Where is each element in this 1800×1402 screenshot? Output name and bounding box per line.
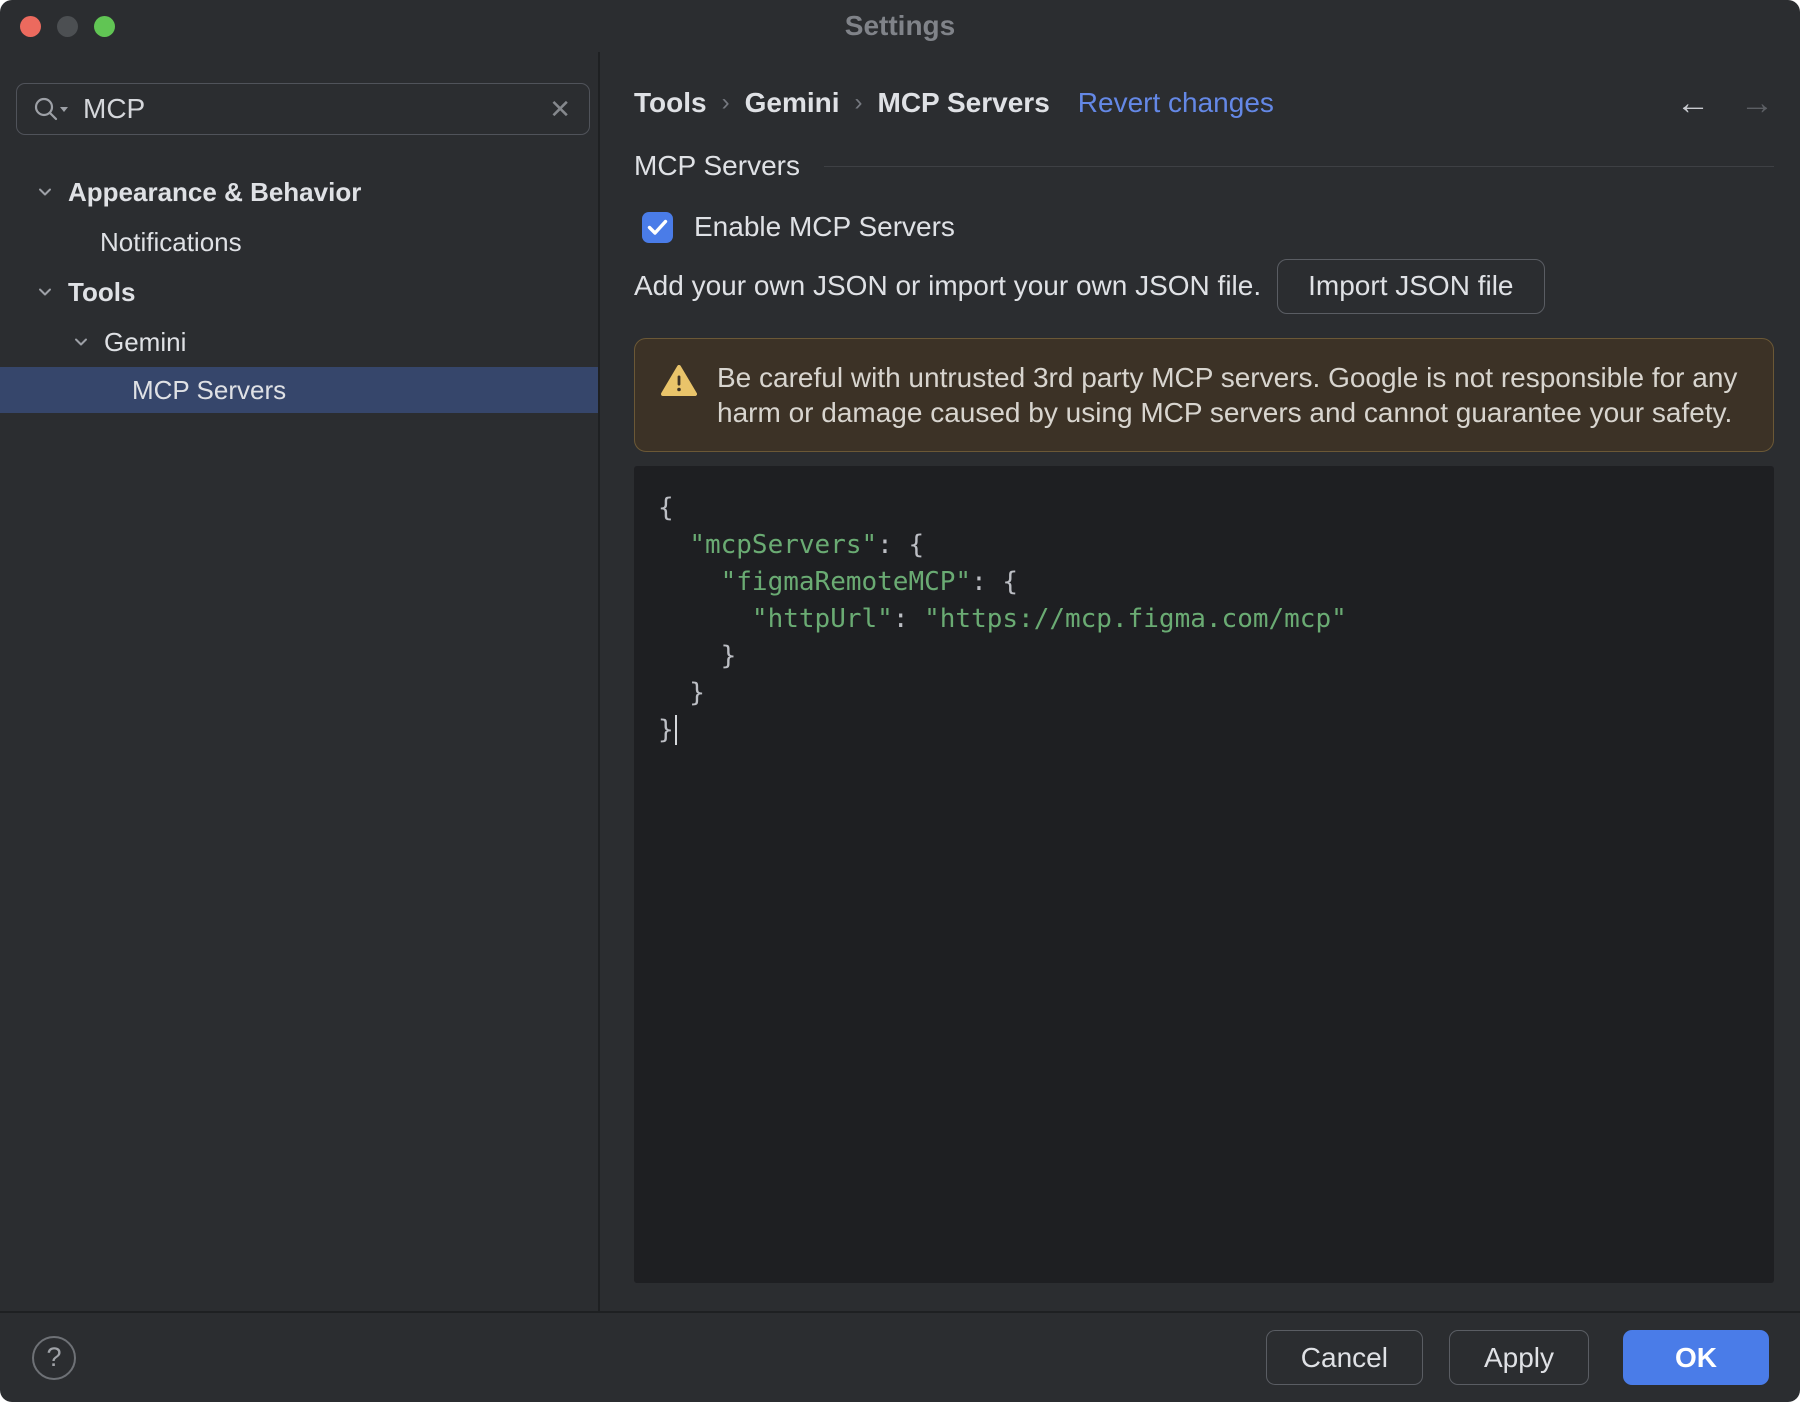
section-title: MCP Servers xyxy=(634,150,800,181)
chevron-down-icon[interactable] xyxy=(70,331,92,353)
checkmark-icon xyxy=(647,219,668,235)
warning-text: Be careful with untrusted 3rd party MCP … xyxy=(717,362,1738,428)
titlebar: Settings xyxy=(0,0,1800,52)
import-json-row: Add your own JSON or import your own JSO… xyxy=(634,258,1774,314)
apply-button[interactable]: Apply xyxy=(1448,1330,1589,1385)
code-line: "mcpServers": { xyxy=(689,530,925,560)
ok-button[interactable]: OK xyxy=(1623,1330,1769,1385)
cancel-button[interactable]: Cancel xyxy=(1265,1330,1423,1385)
back-arrow-icon[interactable]: ← xyxy=(1676,84,1710,123)
sidebar-item-label: Gemini xyxy=(104,326,187,357)
text-caret xyxy=(674,715,677,745)
breadcrumb-mcp-servers: MCP Servers xyxy=(877,87,1050,118)
sidebar-item-gemini[interactable]: Gemini xyxy=(0,317,598,367)
clear-search-icon[interactable]: ✕ xyxy=(549,96,571,122)
breadcrumb-separator: › xyxy=(721,89,730,116)
window-title: Settings xyxy=(844,10,956,41)
code-line: "httpUrl": "https://mcp.figma.com/mcp" xyxy=(751,604,1347,634)
breadcrumb-gemini[interactable]: Gemini xyxy=(745,87,840,119)
sidebar-item-label: Appearance & Behavior xyxy=(68,176,362,207)
search-icon xyxy=(33,96,69,122)
sidebar-item-label: Tools xyxy=(68,276,136,307)
settings-content: Tools › Gemini › MCP Servers Revert chan… xyxy=(600,52,1800,1311)
enable-mcp-row: Enable MCP Servers xyxy=(642,208,1774,246)
warning-triangle-icon xyxy=(661,365,697,402)
zoom-window-button[interactable] xyxy=(94,15,115,37)
code-line: } xyxy=(658,641,737,671)
sidebar-item-notifications[interactable]: Notifications xyxy=(0,217,598,267)
import-json-file-button[interactable]: Import JSON file xyxy=(1277,258,1545,314)
breadcrumb-separator: › xyxy=(854,89,863,116)
settings-window: Settings ✕ xyxy=(0,0,1800,1402)
code-line: "figmaRemoteMCP": { xyxy=(720,567,1019,597)
sidebar-item-mcp-servers-selected[interactable]: MCP Servers xyxy=(0,367,598,413)
help-button[interactable]: ? xyxy=(32,1335,76,1380)
enable-mcp-label[interactable]: Enable MCP Servers xyxy=(694,211,955,243)
footer-buttons: Cancel Apply OK xyxy=(1265,1330,1769,1385)
question-mark-icon: ? xyxy=(46,1342,62,1372)
traffic-lights xyxy=(20,15,115,37)
add-json-text: Add your own JSON or import your own JSO… xyxy=(634,270,1262,301)
history-nav: ← → xyxy=(1676,84,1774,123)
close-window-button[interactable] xyxy=(20,15,41,37)
enable-mcp-checkbox[interactable] xyxy=(642,211,673,243)
settings-search-box[interactable]: ✕ xyxy=(16,83,590,135)
sidebar-item-appearance-behavior[interactable]: Appearance & Behavior xyxy=(0,167,598,217)
settings-sidebar: ✕ Appearance & Behavior Notifications xyxy=(0,52,600,1311)
sidebar-item-label: MCP Servers xyxy=(132,374,287,405)
main-area: ✕ Appearance & Behavior Notifications xyxy=(0,52,1800,1311)
code-line: } xyxy=(658,678,705,708)
breadcrumb-tools[interactable]: Tools xyxy=(634,87,707,119)
json-editor[interactable]: { "mcpServers": { "figmaRemoteMCP": { "h… xyxy=(634,466,1774,1283)
code-line: { xyxy=(658,493,674,523)
breadcrumb: Tools › Gemini › MCP Servers Revert chan… xyxy=(634,84,1774,122)
section-header: MCP Servers xyxy=(634,148,1774,184)
warning-banner: Be careful with untrusted 3rd party MCP … xyxy=(634,338,1774,452)
sidebar-item-label: Notifications xyxy=(100,226,242,257)
revert-changes-link[interactable]: Revert changes xyxy=(1078,87,1274,119)
footer-bar: ? Cancel Apply OK xyxy=(0,1311,1800,1402)
chevron-down-icon[interactable] xyxy=(34,181,56,203)
minimize-window-button[interactable] xyxy=(57,15,78,37)
chevron-down-icon[interactable] xyxy=(34,281,56,303)
sidebar-item-tools[interactable]: Tools xyxy=(0,267,598,317)
code-line: } xyxy=(658,712,1750,749)
forward-arrow-icon: → xyxy=(1740,83,1774,122)
settings-tree: Appearance & Behavior Notifications Tool… xyxy=(0,167,598,413)
section-divider xyxy=(823,165,1774,167)
search-input[interactable] xyxy=(83,93,550,125)
